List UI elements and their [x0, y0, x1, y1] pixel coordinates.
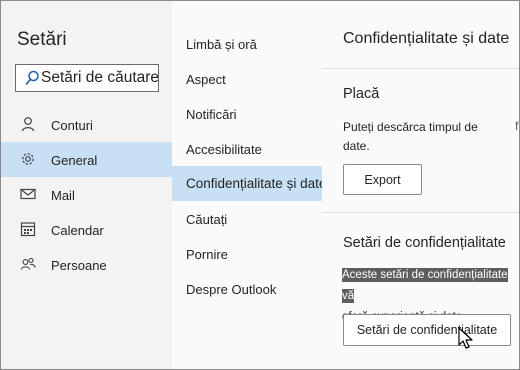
- settings-detail-pane: Confidențialitate și date Placă Puteți d…: [322, 1, 519, 369]
- panel-title: Confidențialitate și date: [343, 30, 510, 47]
- nav-item-mail[interactable]: Mail: [1, 177, 172, 212]
- subnav-item-label: Confidențialitate și date: [186, 176, 327, 191]
- settings-subcategory-pane: Limbă și oră Aspect Notificări Accesibil…: [172, 1, 326, 369]
- subnav-item-label: Accesibilitate: [186, 142, 262, 157]
- settings-title: Setări: [17, 29, 67, 50]
- nav-item-label: Conturi: [51, 118, 93, 133]
- board-description: Puteți descărca timpul de date.: [343, 120, 478, 153]
- nav-item-general[interactable]: General: [1, 142, 172, 177]
- export-button[interactable]: Export: [343, 164, 422, 195]
- settings-window: Setări Setări de căutare Conturi General…: [0, 0, 520, 370]
- subcategory-list: Limbă și oră Aspect Notificări Accesibil…: [172, 26, 326, 306]
- nav-item-label: Mail: [51, 188, 75, 203]
- board-cut-text: f: [515, 119, 519, 133]
- subnav-item-notifications[interactable]: Notificări: [172, 96, 322, 131]
- nav-item-label: General: [51, 153, 98, 168]
- divider: [322, 68, 519, 69]
- subnav-item-label: Căutați: [186, 212, 228, 227]
- mouse-pointer-icon: [458, 327, 474, 356]
- calendar-icon: [20, 221, 36, 237]
- subnav-item-about[interactable]: Despre Outlook: [172, 271, 322, 306]
- privacy-description-highlight: Aceste setări de confidențialitate vă: [342, 268, 508, 303]
- person-icon: [20, 116, 36, 132]
- subnav-item-search[interactable]: Căutați: [172, 201, 322, 236]
- subnav-item-label: Pornire: [186, 247, 228, 262]
- gear-icon: [20, 151, 36, 167]
- board-heading: Placă: [343, 86, 380, 102]
- people-icon: [20, 256, 36, 272]
- privacy-settings-button[interactable]: Setări de confidențialitate: [343, 314, 511, 346]
- settings-left-pane: Setări Setări de căutare Conturi General…: [1, 1, 172, 369]
- subnav-item-label: Despre Outlook: [186, 282, 277, 297]
- subnav-item-label: Notificări: [186, 107, 237, 122]
- nav-item-people[interactable]: Persoane: [1, 247, 172, 282]
- settings-search-box[interactable]: Setări de căutare: [15, 64, 159, 92]
- search-icon: [25, 70, 39, 91]
- subnav-item-appearance[interactable]: Aspect: [172, 61, 322, 96]
- nav-item-calendar[interactable]: Calendar: [1, 212, 172, 247]
- mail-icon: [20, 186, 36, 202]
- nav-item-label: Persoane: [51, 258, 107, 273]
- privacy-heading: Setări de confidențialitate: [343, 235, 506, 251]
- search-input-text[interactable]: Setări de căutare: [41, 69, 158, 87]
- subnav-item-privacy-data[interactable]: Confidențialitate și date: [172, 166, 326, 201]
- subnav-item-startup[interactable]: Pornire: [172, 236, 322, 271]
- subnav-item-accessibility[interactable]: Accesibilitate: [172, 131, 322, 166]
- nav-item-accounts[interactable]: Conturi: [1, 107, 172, 142]
- subnav-item-label: Aspect: [186, 72, 226, 87]
- nav-item-label: Calendar: [51, 223, 104, 238]
- subnav-item-language-time[interactable]: Limbă și oră: [172, 26, 322, 61]
- divider: [322, 212, 519, 213]
- settings-category-nav: Conturi General Mail Calendar Persoane: [1, 107, 172, 282]
- subnav-item-label: Limbă și oră: [186, 37, 257, 52]
